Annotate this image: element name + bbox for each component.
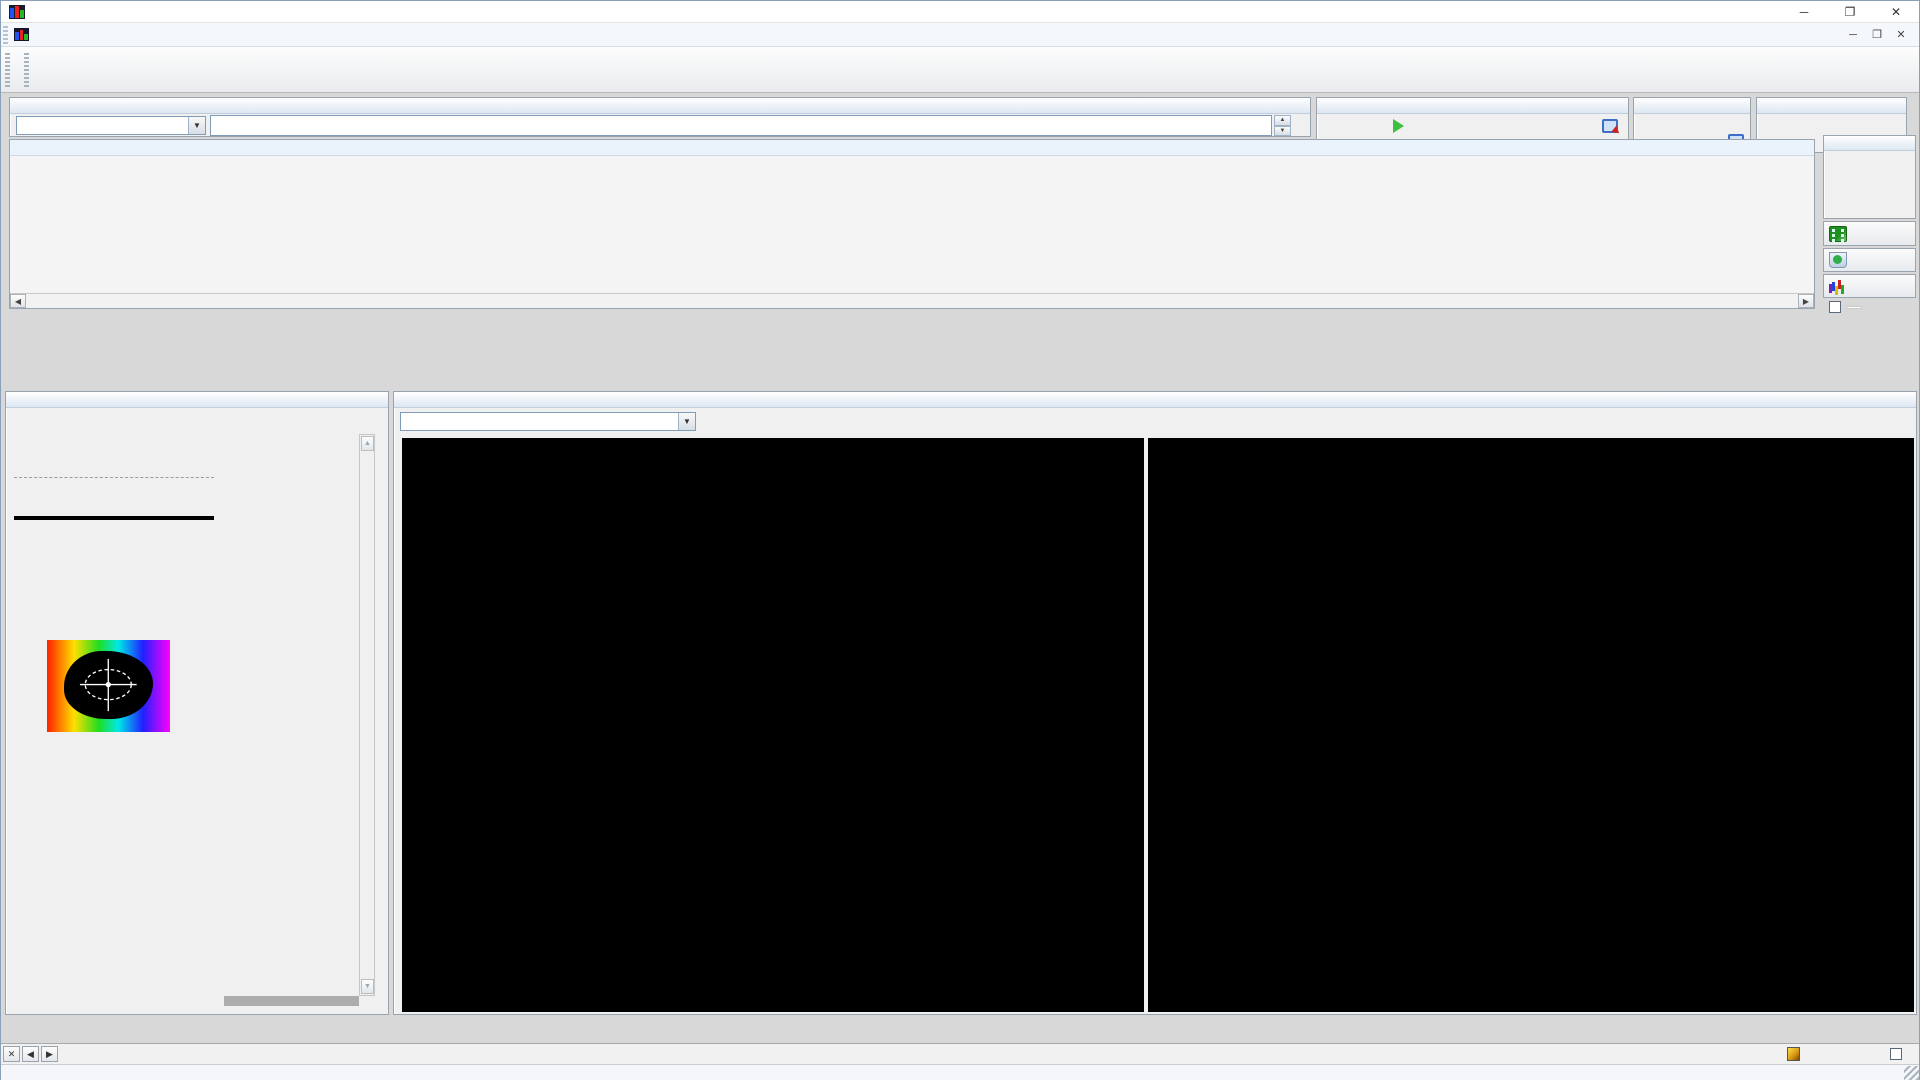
selected-color-title [6,392,388,408]
table-filler [224,996,359,1006]
close-icon[interactable]: ✕ [1873,1,1919,22]
display-panel [1823,135,1916,219]
measure-spinner[interactable]: ▲ ▼ [1274,115,1291,136]
information-panel: ▼ [393,391,1917,1015]
document-icon[interactable] [14,28,29,41]
go-button[interactable] [1823,221,1916,246]
scroll-up-icon[interactable]: ▲ [361,436,374,451]
chevron-down-icon[interactable]: ▼ [188,117,205,134]
table-hscrollbar[interactable]: ◀ ▶ [10,293,1814,308]
toolbar [1,47,1919,93]
refs-button[interactable] [1823,274,1916,298]
restore-icon[interactable]: ❐ [1827,1,1873,22]
mdi-minimize-icon[interactable]: ─ [1843,26,1863,44]
tab-close-icon[interactable]: ✕ [3,1046,20,1062]
chevron-down-icon[interactable]: ▼ [678,413,695,430]
spin-down-icon[interactable]: ▼ [1274,125,1291,136]
sensor-config-icon[interactable] [1602,119,1622,137]
measures-table: ◀ ▶ [9,139,1815,309]
meter-baseline [14,516,214,520]
scale-select[interactable]: ▼ [16,116,206,135]
status-bar [1,1064,1919,1080]
target-crosshair [64,651,153,720]
delete-button[interactable] [1823,248,1916,272]
scroll-left-icon[interactable]: ◀ [10,294,26,308]
grayscale-balance-chart [402,438,1144,1012]
color-image-icon [1787,1047,1800,1061]
toolbar-grip [5,52,10,87]
graph-select[interactable]: ▼ [400,412,696,431]
film-icon [1829,225,1847,242]
tab-next-icon[interactable]: ▶ [41,1046,58,1062]
generator-panel-title [1634,98,1750,114]
tab-prev-icon[interactable]: ◀ [22,1046,39,1062]
reference-dashed-line [14,477,214,478]
target-gamut-image [47,640,170,732]
sensor-panel-title [1317,98,1628,114]
bottom-tab-bar: ✕ ◀ ▶ [1,1043,1919,1064]
edit-checkbox-box[interactable] [1829,301,1841,313]
title-bar: ─ ❐ ✕ [1,1,1919,23]
toolbar-grip-2 [24,52,29,87]
recycle-bin-icon [1829,252,1847,268]
play-icon[interactable] [1393,119,1404,133]
view-panel-title [10,98,1310,114]
menu-bar: ─ ❐ ✕ [1,23,1919,47]
resize-grip[interactable] [1904,1065,1919,1080]
mdi-restore-icon[interactable]: ❐ [1867,26,1887,44]
spin-up-icon[interactable]: ▲ [1274,115,1291,126]
colorspace-info-field [210,115,1272,136]
app-icon [9,4,25,19]
edit-checkbox[interactable] [1829,301,1862,313]
selected-color-panel: ▲ ▼ [5,391,389,1015]
information-title [394,392,1916,408]
view-panel: ▼ ▲ ▼ [9,97,1311,137]
bottom-reference-checkbox[interactable] [1890,1044,1907,1064]
eotf-gamma-chart [1148,438,1914,1012]
minimize-icon[interactable]: ─ [1781,1,1827,22]
generator-name [1634,114,1750,118]
scroll-right-icon[interactable]: ▶ [1798,294,1814,308]
scroll-down-icon[interactable]: ▼ [361,979,374,994]
histogram-icon [1829,278,1847,294]
parameters-panel-title [1757,98,1906,114]
measure-vscrollbar[interactable]: ▲ ▼ [359,434,375,996]
menu-grip [3,25,8,44]
mdi-close-icon[interactable]: ✕ [1891,26,1911,44]
table-summary [10,140,1814,156]
display-panel-title [1824,136,1915,151]
